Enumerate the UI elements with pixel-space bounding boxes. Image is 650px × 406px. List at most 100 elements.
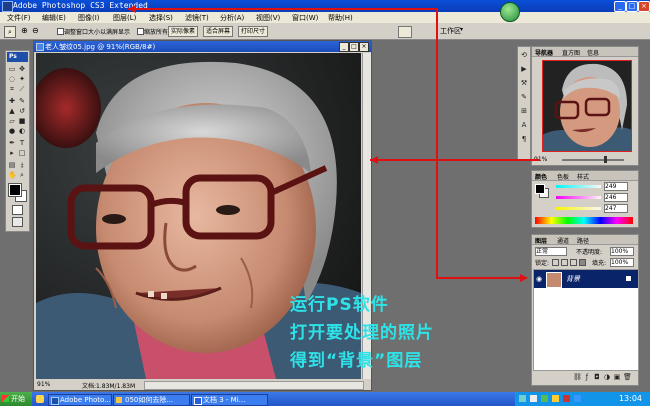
link-layers-icon[interactable]: ⛓ — [573, 373, 582, 381]
navigator-slider-handle[interactable] — [604, 156, 607, 163]
tray-antivirus-icon[interactable] — [563, 395, 570, 402]
doc-close-button[interactable]: × — [359, 42, 369, 52]
clone-source-icon[interactable]: ⊞ — [520, 107, 528, 115]
pen-tool-icon[interactable]: ✒ — [8, 139, 16, 147]
document-titlebar[interactable]: 老人皱纹05.jpg @ 91%(RGB/8#) _ □ × — [34, 41, 371, 52]
menu-file[interactable]: 文件(F) — [7, 13, 31, 23]
tab-info[interactable]: 信息 — [587, 48, 599, 57]
zoom-all-checkbox[interactable] — [137, 28, 144, 35]
marquee-tool-icon[interactable]: ▭ — [8, 65, 16, 73]
actions-icon[interactable]: ▶ — [520, 65, 528, 73]
menu-window[interactable]: 窗口(W) — [292, 13, 318, 23]
lasso-tool-icon[interactable]: ◌ — [8, 75, 16, 83]
quick-launch-icon[interactable] — [36, 395, 44, 403]
tab-histogram[interactable]: 直方图 — [562, 48, 580, 57]
history-brush-tool-icon[interactable]: ↺ — [18, 107, 26, 115]
history-icon[interactable]: ⟲ — [520, 51, 528, 59]
healing-brush-tool-icon[interactable]: ✚ — [8, 97, 16, 105]
menu-filter[interactable]: 滤镜(T) — [185, 13, 209, 23]
tray-app-icon[interactable] — [552, 395, 559, 402]
green-value[interactable]: 246 — [604, 193, 628, 202]
zoom-tool-icon[interactable]: ⌕ — [18, 171, 26, 179]
notes-tool-icon[interactable]: ▤ — [8, 161, 16, 169]
layer-mask-icon[interactable]: ◘ — [593, 373, 601, 381]
fit-screen-button[interactable]: 适合屏幕 — [203, 26, 234, 37]
color-spectrum-bar[interactable] — [535, 217, 633, 224]
tray-network-icon[interactable] — [519, 395, 526, 402]
lock-position-icon[interactable] — [570, 259, 577, 266]
paragraph-icon[interactable]: ¶ — [520, 135, 528, 143]
dodge-tool-icon[interactable]: ◐ — [18, 127, 26, 135]
menu-view[interactable]: 视图(V) — [256, 13, 280, 23]
tab-layers[interactable]: 图层 — [535, 236, 547, 245]
fill-input[interactable]: 100% — [610, 258, 634, 267]
delete-layer-icon[interactable]: 🗑 — [623, 373, 632, 381]
hand-tool-icon[interactable]: ✋ — [8, 171, 17, 179]
character-icon[interactable]: A — [520, 121, 528, 129]
navigator-zoom-slider[interactable] — [562, 159, 624, 161]
move-tool-icon[interactable]: ✥ — [18, 65, 26, 73]
menu-analysis[interactable]: 分析(A) — [220, 13, 244, 23]
color-foreground-swatch[interactable] — [535, 184, 545, 194]
navigator-preview[interactable] — [542, 60, 632, 152]
clone-stamp-tool-icon[interactable]: ▲ — [8, 107, 16, 115]
zoom-in-icon[interactable]: ⊕ — [21, 26, 30, 36]
tab-color[interactable]: 颜色 — [535, 172, 547, 181]
taskbar-item-document[interactable]: 文档 3 - Mi... — [191, 394, 268, 406]
tray-volume-icon[interactable] — [530, 395, 537, 402]
slice-tool-icon[interactable]: ⟋ — [18, 85, 26, 93]
menu-help[interactable]: 帮助(H) — [328, 13, 353, 23]
adjustment-layer-icon[interactable]: ◑ — [603, 373, 611, 381]
zoom-out-icon[interactable]: ⊖ — [32, 26, 41, 36]
layer-row-background[interactable]: ◉ 背景 — [534, 270, 638, 288]
tab-navigator[interactable]: 导航器 — [535, 48, 553, 57]
maximize-button[interactable]: □ — [626, 1, 638, 12]
eraser-tool-icon[interactable]: ▱ — [8, 117, 16, 125]
taskbar-item-photoshop[interactable]: Adobe Photo... — [48, 394, 112, 406]
menu-image[interactable]: 图像(I) — [78, 13, 100, 23]
blur-tool-icon[interactable]: ● — [8, 127, 16, 135]
foreground-color-swatch[interactable] — [8, 183, 22, 197]
start-button[interactable]: 开始 — [0, 392, 32, 406]
lock-all-icon[interactable] — [579, 259, 586, 266]
red-slider[interactable] — [556, 185, 601, 188]
workspace-menu[interactable]: 工作区 — [440, 26, 461, 36]
menu-select[interactable]: 选择(S) — [149, 13, 173, 23]
navigator-view-box[interactable] — [542, 60, 632, 152]
zoom-level[interactable]: 91% — [37, 381, 50, 388]
chevron-down-icon[interactable]: ▾ — [460, 26, 463, 33]
visibility-eye-icon[interactable]: ◉ — [536, 275, 542, 283]
new-layer-icon[interactable]: ▣ — [613, 373, 621, 381]
blue-value[interactable]: 247 — [604, 204, 628, 213]
blue-slider[interactable] — [556, 207, 601, 210]
taskbar-item-folder[interactable]: 050如何去除... — [113, 394, 190, 406]
tray-security-icon[interactable] — [541, 395, 548, 402]
minimize-button[interactable]: _ — [614, 1, 626, 12]
gradient-tool-icon[interactable]: ■ — [18, 117, 26, 125]
resize-windows-checkbox[interactable] — [57, 28, 64, 35]
layer-name[interactable]: 背景 — [566, 274, 580, 284]
path-selection-tool-icon[interactable]: ▸ — [8, 149, 16, 157]
shape-tool-icon[interactable]: □ — [18, 149, 26, 157]
layer-style-icon[interactable]: ƒ — [583, 373, 591, 381]
opacity-input[interactable]: 100% — [610, 247, 634, 256]
print-size-button[interactable]: 打印尺寸 — [238, 26, 269, 37]
tab-channels[interactable]: 通道 — [557, 236, 569, 245]
tab-paths[interactable]: 路径 — [577, 236, 589, 245]
zoom-tool-icon[interactable]: ⌕ — [4, 26, 16, 38]
eyedropper-tool-icon[interactable]: ⤈ — [18, 161, 26, 169]
red-value[interactable]: 249 — [604, 182, 628, 191]
lock-image-icon[interactable] — [561, 259, 568, 266]
quick-mask-icon[interactable] — [12, 205, 23, 215]
magic-wand-tool-icon[interactable]: ✦ — [18, 75, 26, 83]
navigator-zoom-value[interactable]: 91% — [534, 156, 547, 163]
green-slider[interactable] — [556, 196, 601, 199]
palette-well[interactable] — [398, 26, 412, 38]
lock-transparency-icon[interactable] — [552, 259, 559, 266]
doc-horizontal-scrollbar[interactable] — [144, 381, 364, 390]
tool-presets-icon[interactable]: ⚒ — [520, 79, 528, 87]
doc-minimize-button[interactable]: _ — [339, 42, 349, 52]
screen-mode-icon[interactable] — [12, 217, 23, 227]
brushes-icon[interactable]: ✎ — [520, 93, 528, 101]
actual-pixels-button[interactable]: 实际像素 — [168, 26, 199, 37]
